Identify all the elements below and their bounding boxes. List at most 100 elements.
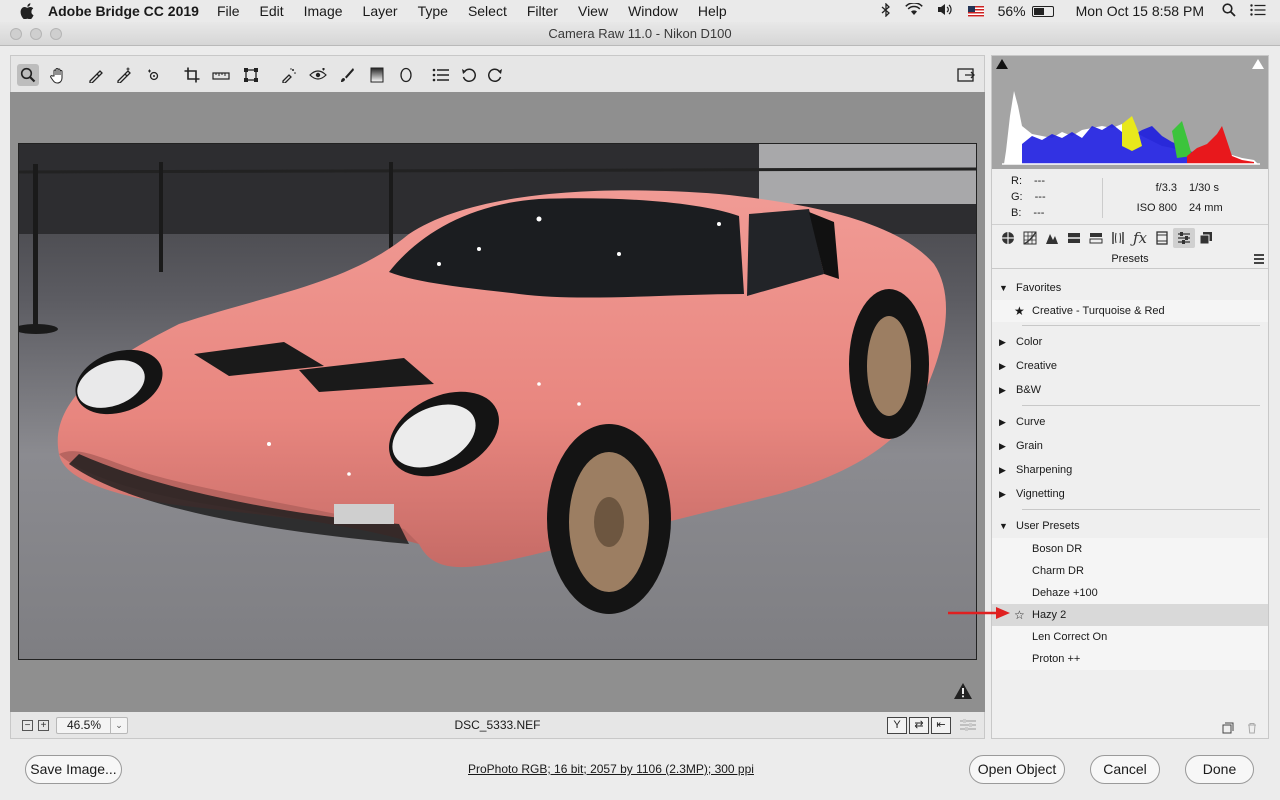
menu-select[interactable]: Select — [468, 3, 507, 19]
r-value: --- — [1034, 175, 1045, 187]
new-preset-icon[interactable] — [1222, 722, 1234, 734]
b-label: B: — [1011, 207, 1022, 219]
menu-view[interactable]: View — [578, 3, 608, 19]
group-bw[interactable]: ▶ B&W — [992, 378, 1268, 402]
zoom-window-button[interactable] — [50, 28, 62, 40]
tone-curve-tab-icon[interactable] — [1019, 228, 1041, 248]
swap-before-after-button[interactable]: ⇄ — [909, 717, 929, 734]
transform-tool-icon[interactable] — [240, 64, 262, 86]
triangle-right-icon: ▶ — [999, 417, 1006, 427]
radial-filter-tool-icon[interactable] — [395, 64, 417, 86]
group-vignetting[interactable]: ▶ Vignetting — [992, 482, 1268, 506]
presets-list-icon[interactable] — [430, 64, 452, 86]
window-title: Camera Raw 11.0 - Nikon D100 — [548, 26, 732, 41]
group-user-presets[interactable]: ▼ User Presets — [992, 514, 1268, 538]
spot-removal-tool-icon[interactable] — [278, 64, 300, 86]
toggle-settings-icon[interactable] — [959, 718, 977, 735]
group-color[interactable]: ▶ Color — [992, 330, 1268, 354]
menu-edit[interactable]: Edit — [260, 3, 284, 19]
close-window-button[interactable] — [10, 28, 22, 40]
minimize-window-button[interactable] — [30, 28, 42, 40]
copy-current-settings-button[interactable]: ⇤ — [931, 717, 951, 734]
battery-icon[interactable] — [1031, 5, 1054, 17]
focal-length-value: 24 mm — [1189, 202, 1223, 214]
straighten-tool-icon[interactable] — [210, 64, 232, 86]
detail-tab-icon[interactable] — [1041, 228, 1063, 248]
apple-icon[interactable] — [20, 3, 34, 20]
rotate-cw-icon[interactable] — [484, 64, 506, 86]
rotate-ccw-icon[interactable] — [458, 64, 480, 86]
iso-value: ISO 800 — [1136, 202, 1177, 214]
before-after-view-button[interactable]: Y — [887, 717, 907, 734]
workflow-options-link[interactable]: ProPhoto RGB; 16 bit; 2057 by 1106 (2.3M… — [468, 762, 754, 776]
save-image-button[interactable]: Save Image... — [25, 755, 122, 784]
group-grain[interactable]: ▶ Grain — [992, 434, 1268, 458]
delete-preset-icon[interactable] — [1246, 722, 1258, 734]
image-preview-area[interactable] — [10, 92, 985, 712]
full-screen-toggle-icon[interactable] — [955, 64, 977, 86]
app-name[interactable]: Adobe Bridge CC 2019 — [48, 3, 199, 19]
color-sampler-tool-icon[interactable] — [113, 64, 135, 86]
menu-window[interactable]: Window — [628, 3, 678, 19]
targeted-adjustment-tool-icon[interactable] — [143, 64, 165, 86]
panel-footer — [1210, 722, 1258, 734]
r-label: R: — [1011, 175, 1022, 187]
us-flag-icon[interactable] — [967, 5, 984, 17]
panel-menu-icon[interactable] — [1254, 254, 1264, 264]
photo-preview[interactable] — [18, 143, 977, 660]
preset-item-hazy-2[interactable]: ☆ Hazy 2 — [992, 604, 1268, 626]
highlight-clipping-warning-icon[interactable] — [1251, 58, 1265, 73]
star-outline-icon[interactable]: ☆ — [1014, 604, 1025, 626]
done-button[interactable]: Done — [1185, 755, 1254, 784]
exif-info: f/3.3 1/30 s ISO 800 24 mm — [1102, 178, 1223, 218]
graduated-filter-tool-icon[interactable] — [366, 64, 388, 86]
group-favorites[interactable]: ▼ Favorites — [992, 276, 1268, 300]
preset-item-proton[interactable]: Proton ++ — [992, 648, 1268, 670]
effects-tab-icon[interactable]: ƒx — [1129, 228, 1151, 248]
bluetooth-icon[interactable] — [881, 1, 891, 20]
preset-item-creative-turquoise-red[interactable]: ★ Creative - Turquoise & Red — [992, 300, 1268, 322]
group-curve[interactable]: ▶ Curve — [992, 410, 1268, 434]
menu-image[interactable]: Image — [304, 3, 343, 19]
menu-type[interactable]: Type — [418, 3, 448, 19]
menu-file[interactable]: File — [217, 3, 240, 19]
preset-item-boson-dr[interactable]: Boson DR — [992, 538, 1268, 560]
presets-tab-icon[interactable] — [1173, 228, 1195, 248]
divider — [992, 322, 1268, 330]
panel-title: Presets — [992, 250, 1268, 269]
split-toning-tab-icon[interactable] — [1085, 228, 1107, 248]
shadow-clipping-warning-icon[interactable] — [995, 58, 1009, 73]
star-filled-icon[interactable]: ★ — [1014, 300, 1025, 322]
preset-item-len-correct-on[interactable]: Len Correct On — [992, 626, 1268, 648]
red-eye-tool-icon[interactable] — [307, 64, 329, 86]
volume-icon[interactable] — [937, 3, 954, 19]
panel-tabs: ƒx — [992, 226, 1268, 250]
snapshots-tab-icon[interactable] — [1195, 228, 1217, 248]
shutter-value: 1/30 s — [1189, 182, 1219, 194]
clock[interactable]: Mon Oct 15 8:58 PM — [1076, 3, 1204, 19]
warning-icon[interactable] — [953, 682, 973, 700]
cancel-button[interactable]: Cancel — [1090, 755, 1160, 784]
preset-item-dehaze[interactable]: Dehaze +100 — [992, 582, 1268, 604]
hand-tool-icon[interactable] — [47, 64, 69, 86]
notification-center-icon[interactable] — [1250, 3, 1266, 19]
adjustment-brush-tool-icon[interactable] — [336, 64, 358, 86]
lens-corrections-tab-icon[interactable] — [1107, 228, 1129, 248]
crop-tool-icon[interactable] — [181, 64, 203, 86]
battery-percent[interactable]: 56% — [998, 3, 1026, 19]
white-balance-tool-icon[interactable] — [85, 64, 107, 86]
calibration-tab-icon[interactable] — [1151, 228, 1173, 248]
menu-filter[interactable]: Filter — [527, 3, 558, 19]
preset-item-charm-dr[interactable]: Charm DR — [992, 560, 1268, 582]
group-creative[interactable]: ▶ Creative — [992, 354, 1268, 378]
menu-layer[interactable]: Layer — [363, 3, 398, 19]
basic-tab-icon[interactable] — [997, 228, 1019, 248]
spotlight-search-icon[interactable] — [1222, 2, 1236, 20]
zoom-tool-icon[interactable] — [17, 64, 39, 86]
hsl-tab-icon[interactable] — [1063, 228, 1085, 248]
wifi-icon[interactable] — [904, 2, 923, 19]
menu-help[interactable]: Help — [698, 3, 727, 19]
triangle-right-icon: ▶ — [999, 361, 1006, 371]
open-object-button[interactable]: Open Object — [969, 755, 1065, 784]
group-sharpening[interactable]: ▶ Sharpening — [992, 458, 1268, 482]
